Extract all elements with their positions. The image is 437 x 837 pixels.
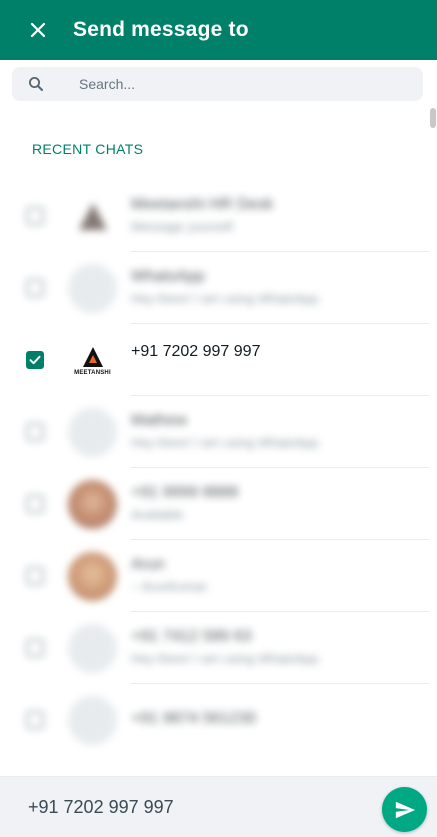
chat-name: +91 7412 589 63 [131, 628, 252, 645]
scrollbar-track[interactable] [429, 108, 437, 776]
chat-row[interactable]: Arun ~ ArunKumar [0, 540, 429, 612]
chat-name: +91 7202 997 997 [131, 343, 261, 360]
selected-recipients: +91 7202 997 997 [28, 797, 174, 817]
default-avatar-icon [68, 624, 117, 673]
row-checkbox[interactable] [26, 567, 44, 585]
row-checkbox[interactable] [26, 639, 44, 657]
default-avatar-icon [68, 264, 117, 313]
chat-row[interactable]: Mathew Hey there! I am using WhatsApp. [0, 396, 429, 468]
row-checkbox[interactable] [26, 279, 44, 297]
row-checkbox-checked[interactable] [26, 351, 44, 369]
row-checkbox[interactable] [26, 711, 44, 729]
search-input[interactable] [77, 75, 401, 93]
chat-subtitle: Hey there! I am using WhatsApp. [131, 291, 322, 306]
chat-name: Mathew [131, 412, 188, 429]
section-label: RECENT CHATS [32, 141, 144, 157]
meetanshi-logo-icon [82, 346, 103, 367]
default-avatar-icon [68, 408, 117, 457]
send-button[interactable] [382, 787, 427, 832]
chat-subtitle: Hey there! I am using WhatsApp. [131, 435, 322, 450]
chat-name: WhatsApp [131, 268, 205, 285]
chat-subtitle: Available [131, 507, 184, 522]
default-avatar-icon [68, 696, 117, 745]
meetanshi-logo-avatar: MEETANSHI [68, 336, 117, 385]
search-icon [28, 74, 48, 94]
chat-name: Meetanshi HR Desk [131, 196, 274, 213]
dialog-title: Send message to [73, 18, 249, 41]
scrollbar-thumb[interactable] [430, 108, 436, 128]
close-icon [30, 22, 46, 38]
chat-name: Arun [131, 556, 165, 573]
row-checkbox[interactable] [26, 207, 44, 225]
search-bar [12, 67, 423, 101]
chat-row[interactable]: +91 7412 589 63 Hey there! I am using Wh… [0, 612, 429, 684]
chat-row[interactable]: WhatsApp Hey there! I am using WhatsApp. [0, 252, 429, 324]
chat-name: +91 9999 8888 [131, 484, 239, 501]
row-checkbox[interactable] [26, 495, 44, 513]
chat-name: +91 9874 561230 [131, 710, 257, 727]
chat-subtitle: ~ ArunKumar [131, 579, 208, 594]
close-button[interactable] [21, 13, 55, 47]
logo-text: MEETANSHI [74, 369, 111, 376]
avatar [68, 480, 117, 529]
avatar [68, 552, 117, 601]
dialog-header: Send message to [0, 0, 437, 60]
chat-list: Meetanshi HR Desk Message yourself Whats… [0, 180, 429, 756]
chat-row[interactable]: +91 9874 561230 [0, 684, 429, 756]
row-checkbox[interactable] [26, 423, 44, 441]
chat-subtitle: Message yourself [131, 219, 233, 234]
chat-row-selected[interactable]: MEETANSHI +91 7202 997 997 [0, 324, 429, 396]
selection-footer: +91 7202 997 997 [0, 776, 437, 837]
checkmark-icon [29, 355, 41, 365]
chat-subtitle: Hey there! I am using WhatsApp. [131, 651, 322, 666]
chat-row[interactable]: Meetanshi HR Desk Message yourself [0, 180, 429, 252]
send-icon [395, 801, 415, 818]
chat-row[interactable]: +91 9999 8888 Available [0, 468, 429, 540]
avatar [68, 192, 117, 241]
